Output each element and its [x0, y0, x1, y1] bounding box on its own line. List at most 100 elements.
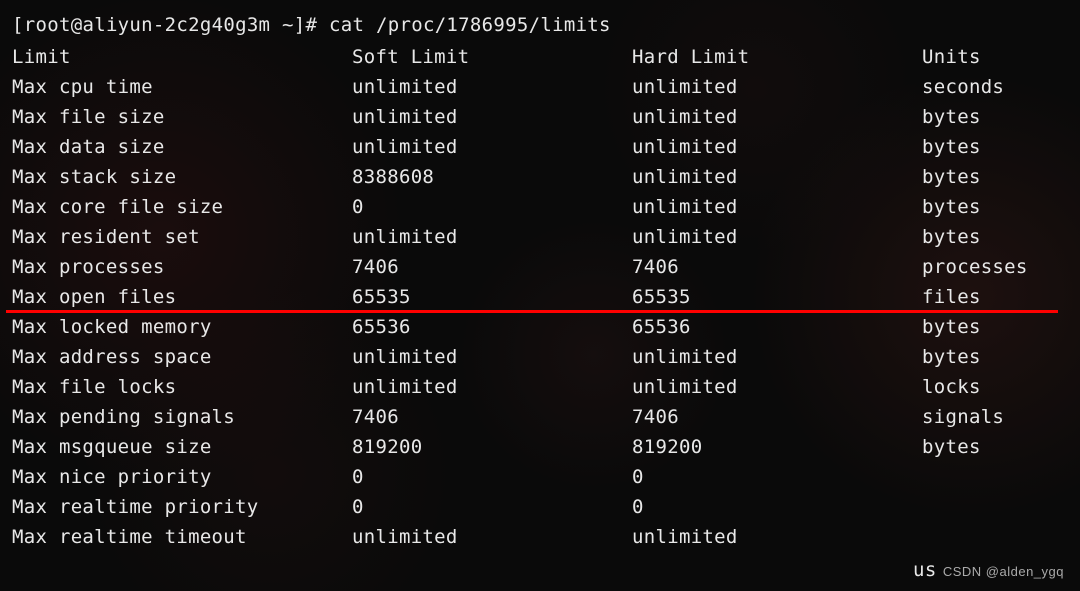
last-units-fragment: us [913, 559, 937, 581]
cell-hard-limit: 7406 [632, 252, 922, 282]
cell-limit: Max core file size [12, 192, 352, 222]
cell-soft-limit: 7406 [352, 252, 632, 282]
cell-units: signals [922, 402, 1068, 432]
cell-hard-limit: unlimited [632, 522, 922, 552]
table-row: Max pending signals74067406signals [12, 402, 1068, 432]
cell-hard-limit: unlimited [632, 372, 922, 402]
prompt-space2 [317, 14, 329, 36]
header-soft: Soft Limit [352, 42, 632, 72]
table-row: Max core file size0unlimitedbytes [12, 192, 1068, 222]
cell-limit: Max file locks [12, 372, 352, 402]
cell-hard-limit: 65536 [632, 312, 922, 342]
cell-hard-limit: unlimited [632, 132, 922, 162]
cell-limit: Max stack size [12, 162, 352, 192]
cell-soft-limit: unlimited [352, 342, 632, 372]
cell-soft-limit: 7406 [352, 402, 632, 432]
cell-units: bytes [922, 132, 1068, 162]
cell-soft-limit: unlimited [352, 102, 632, 132]
cell-hard-limit: unlimited [632, 72, 922, 102]
prompt-user: root [24, 14, 71, 36]
table-row: Max file locksunlimitedunlimitedlocks [12, 372, 1068, 402]
cell-limit: Max realtime timeout [12, 522, 352, 552]
cell-limit: Max file size [12, 102, 352, 132]
table-row: Max address spaceunlimitedunlimitedbytes [12, 342, 1068, 372]
table-row: Max locked memory6553665536bytes [12, 312, 1068, 342]
table-row: Max realtime timeoutunlimitedunlimited [12, 522, 1068, 552]
table-row: Max open files6553565535files [12, 282, 1068, 312]
highlight-underline [6, 310, 1058, 313]
table-row: Max file sizeunlimitedunlimitedbytes [12, 102, 1068, 132]
cell-soft-limit: 0 [352, 192, 632, 222]
cell-units: files [922, 282, 1068, 312]
cell-hard-limit: 65535 [632, 282, 922, 312]
cell-soft-limit: unlimited [352, 72, 632, 102]
cell-units: locks [922, 372, 1068, 402]
cell-soft-limit: 819200 [352, 432, 632, 462]
table-row: Max nice priority00 [12, 462, 1068, 492]
terminal-prompt-line: [root@aliyun-2c2g40g3m ~]# cat /proc/178… [12, 10, 1068, 40]
table-row: Max msgqueue size819200819200bytes [12, 432, 1068, 462]
cell-soft-limit: unlimited [352, 132, 632, 162]
cell-units: seconds [922, 72, 1068, 102]
prompt-host: aliyun-2c2g40g3m [82, 14, 270, 36]
prompt-space [270, 14, 282, 36]
cell-units [922, 522, 1068, 552]
table-row: Max data sizeunlimitedunlimitedbytes [12, 132, 1068, 162]
cell-limit: Max open files [12, 282, 352, 312]
cell-hard-limit: unlimited [632, 102, 922, 132]
cell-soft-limit: 65536 [352, 312, 632, 342]
header-units: Units [922, 42, 1068, 72]
watermark: us CSDN @alden_ygq [913, 555, 1064, 585]
cell-hard-limit: 0 [632, 462, 922, 492]
cell-hard-limit: unlimited [632, 342, 922, 372]
cell-limit: Max pending signals [12, 402, 352, 432]
cell-units [922, 462, 1068, 492]
cell-hard-limit: 0 [632, 492, 922, 522]
cell-limit: Max resident set [12, 222, 352, 252]
prompt-open: [ [12, 14, 24, 36]
table-row: Max realtime priority00 [12, 492, 1068, 522]
cell-hard-limit: unlimited [632, 222, 922, 252]
cell-limit: Max msgqueue size [12, 432, 352, 462]
cell-soft-limit: 8388608 [352, 162, 632, 192]
cell-units: bytes [922, 162, 1068, 192]
limits-table: Limit Soft Limit Hard Limit Units Max cp… [12, 42, 1068, 552]
cell-units: bytes [922, 192, 1068, 222]
prompt-close: ] [294, 14, 306, 36]
cell-limit: Max data size [12, 132, 352, 162]
cell-hard-limit: 819200 [632, 432, 922, 462]
cell-hard-limit: 7406 [632, 402, 922, 432]
cell-limit: Max locked memory [12, 312, 352, 342]
cell-units: bytes [922, 312, 1068, 342]
cell-limit: Max cpu time [12, 72, 352, 102]
table-row: Max resident setunlimitedunlimitedbytes [12, 222, 1068, 252]
table-row: Max cpu timeunlimitedunlimitedseconds [12, 72, 1068, 102]
cell-units: bytes [922, 342, 1068, 372]
prompt-at: @ [71, 14, 83, 36]
cell-units [922, 492, 1068, 522]
cell-hard-limit: unlimited [632, 192, 922, 222]
cell-units: bytes [922, 102, 1068, 132]
table-row: Max stack size8388608unlimitedbytes [12, 162, 1068, 192]
header-limit: Limit [12, 42, 352, 72]
cell-limit: Max processes [12, 252, 352, 282]
cell-soft-limit: unlimited [352, 522, 632, 552]
cell-limit: Max realtime priority [12, 492, 352, 522]
cell-limit: Max address space [12, 342, 352, 372]
cell-soft-limit: 65535 [352, 282, 632, 312]
prompt-symbol: # [306, 14, 318, 36]
table-header-row: Limit Soft Limit Hard Limit Units [12, 42, 1068, 72]
prompt-cwd: ~ [282, 14, 294, 36]
command-text[interactable]: cat /proc/1786995/limits [329, 14, 611, 36]
table-row: Max processes74067406processes [12, 252, 1068, 282]
cell-soft-limit: 0 [352, 492, 632, 522]
cell-soft-limit: unlimited [352, 222, 632, 252]
cell-units: bytes [922, 432, 1068, 462]
cell-units: bytes [922, 222, 1068, 252]
cell-soft-limit: unlimited [352, 372, 632, 402]
cell-limit: Max nice priority [12, 462, 352, 492]
cell-units: processes [922, 252, 1068, 282]
cell-soft-limit: 0 [352, 462, 632, 492]
cell-hard-limit: unlimited [632, 162, 922, 192]
watermark-text: CSDN @alden_ygq [943, 564, 1064, 579]
